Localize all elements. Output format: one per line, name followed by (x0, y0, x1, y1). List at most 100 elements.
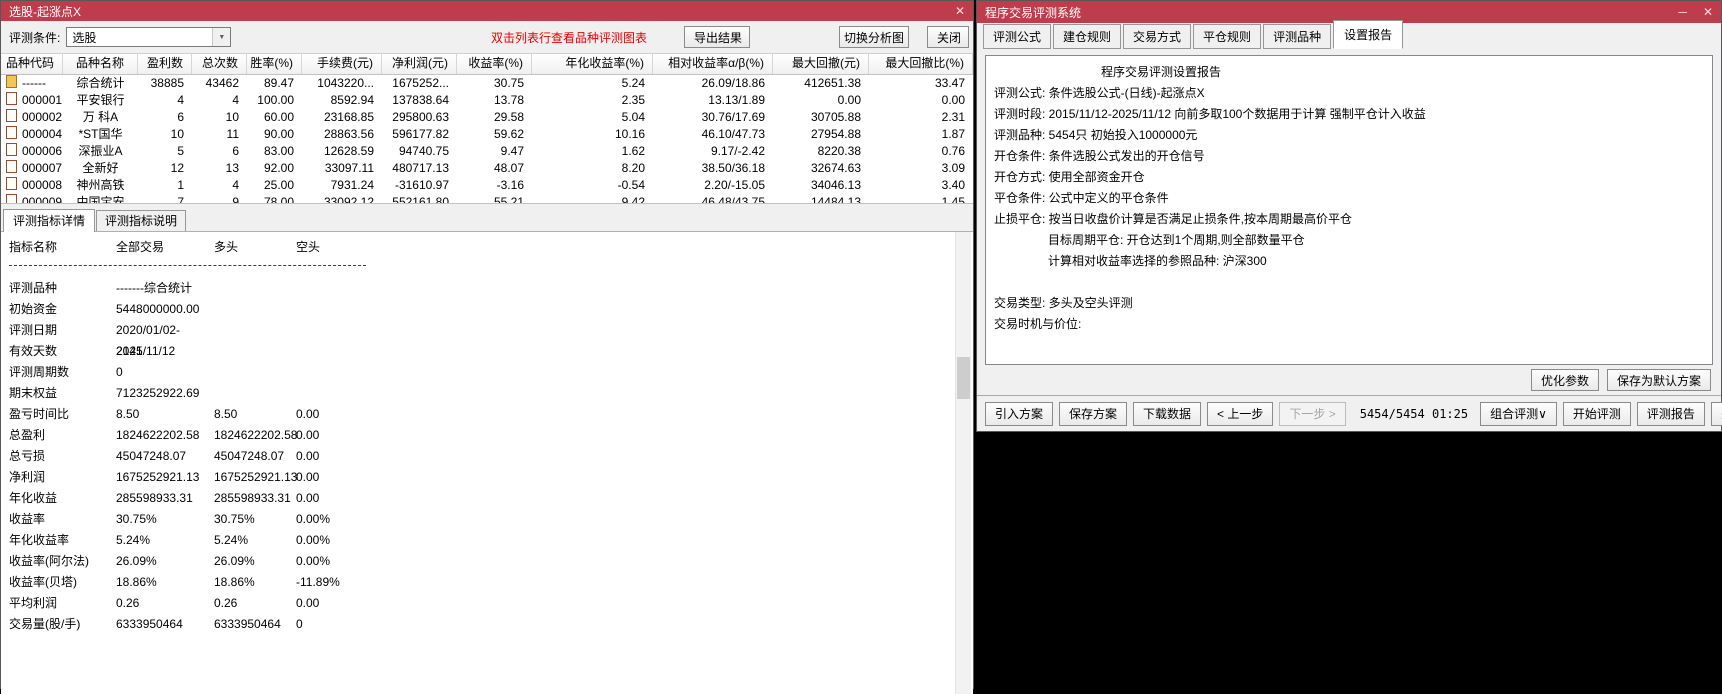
indicator-tab[interactable]: 评测指标详情 (3, 209, 96, 232)
report-lines: 评测公式: 条件选股公式-(日线)-起涨点X 评测时段: 2015/11/12-2… (986, 83, 1712, 335)
return-cell: 48.07 (493, 161, 524, 175)
minimize-icon[interactable]: ─ (1678, 5, 1687, 19)
total-count-cell: 13 (225, 161, 239, 175)
indicator-long: 18.86% (214, 575, 255, 589)
alpha-beta-cell: 46.48/43.75 (701, 195, 765, 203)
stock-code: 000001 (22, 93, 63, 107)
combo-eval-button[interactable]: 组合评测∨ (1480, 401, 1557, 426)
return-cell: -3.16 (496, 178, 524, 192)
panel-row: 初始资金 5448000000.00 (1, 299, 973, 320)
table-row[interactable]: 000006 深振业A 5 6 83.00 12628.59 94740.75 … (1, 143, 973, 160)
code-cell: 000008 (1, 177, 63, 194)
indicator-long: 30.75% (214, 512, 255, 526)
header-cell[interactable]: 盈利数 (138, 54, 192, 74)
net-profit-cell: 596177.82 (392, 127, 449, 141)
header-cell[interactable]: 总次数 (192, 54, 247, 74)
close-icon[interactable]: ✕ (1703, 5, 1713, 19)
code-cell: 000006 (1, 143, 63, 160)
header-cell[interactable]: 品种名称 (63, 54, 138, 74)
table-row[interactable]: 000009 中国宝安 7 9 78.00 33092.12 552161.80… (1, 194, 973, 203)
header-cell[interactable]: 最大回撤(元) (773, 54, 869, 74)
optimize-params-button[interactable]: 优化参数 (1530, 369, 1599, 391)
stock-file-icon (6, 143, 17, 156)
indicator-all-trades: 6333950464 (116, 617, 183, 631)
win-count-cell: 1 (177, 178, 184, 192)
win-count-cell: 10 (170, 127, 184, 141)
settings-tab[interactable]: 建仓规则 (1053, 24, 1122, 49)
settings-tab[interactable]: 评测公式 (983, 24, 1052, 49)
total-count-cell: 4 (232, 93, 239, 107)
win-rate-cell: 100.00 (257, 93, 294, 107)
header-cell[interactable]: 年化收益率(%) (532, 54, 653, 74)
export-results-button[interactable]: 导出结果 (684, 26, 750, 48)
prev-step-button[interactable]: < 上一步 (1207, 401, 1274, 426)
indicator-short: 0.00 (296, 596, 320, 610)
annual-return-cell: 5.24 (621, 76, 645, 90)
indicator-name: 评测品种 (9, 281, 58, 295)
table-row[interactable]: 000004 *ST国华 10 11 90.00 28863.56 596177… (1, 126, 973, 143)
close-button[interactable]: 关闭 (1710, 401, 1722, 426)
header-cell[interactable]: 收益率(%) (457, 54, 532, 74)
table-row[interactable]: 000002 万 科A 6 10 60.00 23168.85 295800.6… (1, 109, 973, 126)
indicator-short: 0.00 (296, 470, 320, 484)
alpha-beta-cell: 38.50/36.18 (701, 161, 765, 175)
header-cell[interactable]: 相对收益率α/β(%) (653, 54, 773, 74)
panel-header-row: 指标名称 全部交易 多头 空头 (1, 237, 973, 258)
left-titlebar: 选股-起涨点X ✕ (1, 1, 973, 21)
panel-row: 盈亏时间比 8.50 8.50 0.00 (1, 404, 973, 425)
panel-row: 平均利润 0.26 0.26 0.00 (1, 593, 973, 614)
settings-tab[interactable]: 评测品种 (1263, 24, 1332, 49)
settings-tab[interactable]: 平仓规则 (1193, 24, 1262, 49)
indicator-name: 总盈利 (9, 428, 46, 442)
annual-return-cell: 5.04 (621, 110, 645, 124)
header-cell[interactable]: 手续费(元) (302, 54, 382, 74)
download-data-button[interactable]: 下载数据 (1133, 401, 1202, 426)
condition-combobox[interactable]: 选股 ▼ (66, 27, 232, 47)
header-cell[interactable]: 最大回撤比(%) (869, 54, 973, 74)
panel-row: 期末权益 7123252922.69 (1, 383, 973, 404)
table-row[interactable]: ------ 综合统计 38885 43462 89.47 1043220...… (1, 75, 973, 92)
table-row[interactable]: 000008 神州高铁 1 4 25.00 7931.24 -31610.97 … (1, 177, 973, 194)
settings-tab[interactable]: 设置报告 (1333, 20, 1404, 49)
return-cell: 55.21 (493, 195, 524, 203)
close-icon[interactable]: ✕ (955, 4, 965, 18)
net-profit-cell: -31610.97 (394, 178, 449, 192)
indicator-all-trades: 18.86% (116, 575, 157, 589)
close-button[interactable]: 关闭 (927, 26, 969, 48)
fee-cell: 33097.11 (324, 161, 374, 175)
settings-tab[interactable]: 交易方式 (1123, 24, 1192, 49)
eval-report-button[interactable]: 评测报告 (1636, 401, 1705, 426)
dashed-divider (9, 265, 366, 266)
chevron-down-icon[interactable]: ▼ (212, 28, 231, 46)
vertical-scrollbar[interactable] (955, 232, 971, 694)
report-line: 交易时机与价位: (994, 317, 1082, 331)
import-plan-button[interactable]: 引入方案 (985, 401, 1054, 426)
header-cell[interactable]: 品种代码 (1, 54, 63, 74)
total-count-cell: 43462 (205, 76, 239, 90)
indicator-all-trades: 5.24% (116, 533, 151, 547)
scrollbar-thumb[interactable] (957, 357, 970, 399)
max-drawdown-pct-cell: 33.47 (934, 76, 965, 90)
stock-file-icon (6, 177, 17, 190)
header-cell[interactable]: 净利润(元) (382, 54, 457, 74)
start-eval-button[interactable]: 开始评测 (1562, 401, 1631, 426)
report-box: 程序交易评测设置报告 评测公式: 条件选股公式-(日线)-起涨点X 评测时段: 2… (985, 55, 1713, 365)
fee-cell: 33092.12 (323, 195, 374, 203)
header-cell[interactable]: 胜率(%) (247, 54, 302, 74)
panel-header-long: 多头 (214, 240, 239, 254)
save-plan-button[interactable]: 保存方案 (1059, 401, 1128, 426)
table-row[interactable]: 000007 全新好 12 13 92.00 33097.11 480717.1… (1, 160, 973, 177)
indicator-long (214, 341, 296, 362)
results-table-header: 品种代码 品种名称 盈利数 总次数 胜率(%) 手续费(元) 净利润(元) 收益率(%) 年化收… (1, 53, 973, 75)
save-default-button[interactable]: 保存为默认方案 (1606, 369, 1711, 391)
indicator-name: 收益率 (9, 512, 46, 526)
indicator-long: 6333950464 (214, 617, 281, 631)
report-line: 计算相对收益率选择的参照品种: 沪深300 (1048, 254, 1267, 268)
switch-analysis-chart-button[interactable]: 切换分析图 (839, 26, 909, 48)
indicator-name: 初始资金 (9, 302, 58, 316)
indicator-name: 年化收益率 (9, 533, 70, 547)
indicator-tab[interactable]: 评测指标说明 (96, 210, 187, 231)
report-line (986, 272, 1712, 293)
stock-code: ------ (22, 76, 46, 90)
table-row[interactable]: 000001 平安银行 4 4 100.00 8592.94 137838.64… (1, 92, 973, 109)
